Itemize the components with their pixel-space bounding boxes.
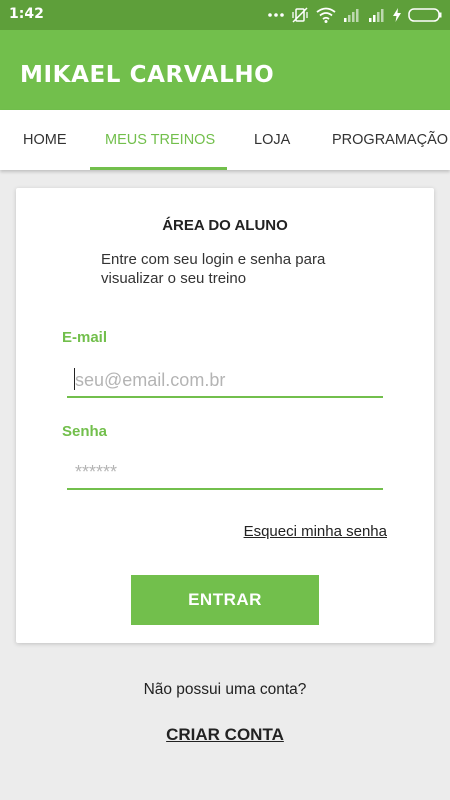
charging-icon <box>393 8 401 22</box>
tab-bar: HOME MEUS TREINOS LOJA PROGRAMAÇÃO <box>0 110 450 170</box>
status-bar: 1:42 <box>0 0 450 30</box>
no-account-text: Não possui uma conta? <box>143 681 307 698</box>
status-icons <box>268 6 442 24</box>
battery-icon <box>408 8 442 22</box>
forgot-password-link[interactable]: Esqueci minha senha <box>244 523 387 540</box>
active-tab-indicator <box>90 167 227 170</box>
tab-programacao[interactable]: PROGRAMAÇÃO <box>332 110 448 170</box>
tab-home[interactable]: HOME <box>23 110 67 170</box>
signal-icon <box>343 8 361 22</box>
wifi-icon <box>316 7 336 23</box>
tab-meus-treinos[interactable]: MEUS TREINOS <box>105 110 215 170</box>
status-time: 1:42 <box>9 6 44 22</box>
card-subtitle: Entre com seu login e senha para visuali… <box>101 251 326 287</box>
password-field[interactable] <box>67 456 383 490</box>
login-button[interactable]: ENTRAR <box>131 575 319 625</box>
tab-loja[interactable]: LOJA <box>254 110 290 170</box>
vibrate-off-icon <box>291 6 309 24</box>
app-bar: MIKAEL CARVALHO <box>0 30 450 110</box>
create-account-row: CRIAR CONTA <box>0 725 450 745</box>
more-dots-icon <box>268 12 284 18</box>
create-account-link[interactable]: CRIAR CONTA <box>166 725 284 744</box>
text-cursor <box>74 368 75 390</box>
card-title: ÁREA DO ALUNO <box>162 217 288 234</box>
app-title: MIKAEL CARVALHO <box>20 62 275 88</box>
login-card: ÁREA DO ALUNO Entre com seu login e senh… <box>16 188 434 643</box>
signal-icon <box>368 8 386 22</box>
email-label: E-mail <box>62 329 108 346</box>
password-label: Senha <box>62 423 108 440</box>
email-field[interactable] <box>67 364 383 398</box>
